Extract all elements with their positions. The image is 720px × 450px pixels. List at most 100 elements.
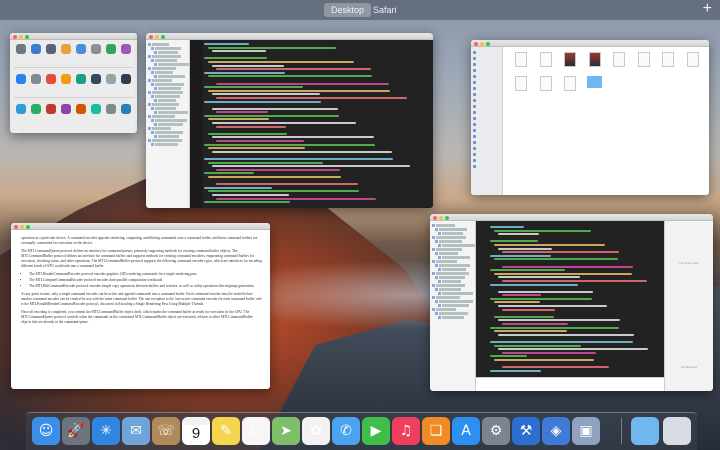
navigator-row[interactable] [435,300,473,303]
navigator-row[interactable] [151,59,178,62]
preference-pane[interactable] [103,44,118,61]
preference-pane[interactable] [118,104,133,121]
navigator-row[interactable] [148,103,180,106]
finder-window[interactable] [471,40,709,195]
navigator-row[interactable] [154,123,184,126]
dock-icon-safari[interactable]: ✳ [92,417,120,445]
preference-pane[interactable] [59,104,74,121]
dock-icon-launchpad[interactable]: 🚀 [62,417,90,445]
xcode-window-top[interactable] [146,33,433,208]
dock-icon-xcode[interactable]: ⚒ [512,417,540,445]
file-item[interactable] [632,52,657,68]
navigator-row[interactable] [432,224,455,227]
navigator-row[interactable] [435,276,466,279]
navigator-row[interactable] [435,228,467,231]
dock-icon-itunes[interactable]: ♫ [392,417,420,445]
dock-icon-maps[interactable]: ➤ [272,417,300,445]
preference-pane[interactable] [44,104,59,121]
preference-pane[interactable] [14,74,29,91]
preference-pane[interactable] [118,44,133,61]
preference-pane[interactable] [29,104,44,121]
navigator-row[interactable] [438,232,463,235]
navigator-row[interactable] [151,107,176,110]
navigator-row[interactable] [432,284,465,287]
file-item[interactable] [509,52,534,68]
navigator-row[interactable] [151,95,180,98]
dock-icon-reminders[interactable]: ☑ [242,417,270,445]
navigator-row[interactable] [435,312,469,315]
navigator-row[interactable] [154,51,178,54]
dock-icon-instruments[interactable]: ◈ [542,417,570,445]
navigator-row[interactable] [432,272,470,275]
file-item[interactable] [583,52,608,68]
navigator-row[interactable] [432,308,456,311]
preference-pane[interactable] [88,74,103,91]
navigator-row[interactable] [148,139,182,142]
dock-icon-notes[interactable]: ✎ [212,417,240,445]
file-item[interactable] [558,76,583,92]
navigator-row[interactable] [151,83,185,86]
navigator-row[interactable] [435,240,463,243]
navigator-row[interactable] [148,67,177,70]
navigator-row[interactable] [438,304,469,307]
navigator-row[interactable] [432,260,458,263]
navigator-row[interactable] [432,248,462,251]
dock-icon-calendar[interactable]: 9 [182,417,210,445]
navigator-row[interactable] [148,91,184,94]
navigator-row[interactable] [151,119,187,122]
preference-pane[interactable] [88,104,103,121]
dock-icon-trash[interactable] [663,417,691,445]
preference-pane[interactable] [74,74,89,91]
navigator-row[interactable] [151,71,173,74]
preference-pane[interactable] [29,74,44,91]
navigator-row[interactable] [148,55,181,58]
navigator-row[interactable] [438,292,474,295]
dock-icon-system-preferences[interactable]: ⚙ [482,417,510,445]
preference-pane[interactable] [103,104,118,121]
preference-pane[interactable] [29,44,44,61]
preference-pane[interactable] [59,44,74,61]
preference-pane[interactable] [88,44,103,61]
navigator-row[interactable] [154,87,181,90]
file-item[interactable] [558,52,583,68]
file-item[interactable] [583,76,608,92]
file-item[interactable] [509,76,534,92]
dock-icon-messages[interactable]: ✆ [332,417,360,445]
dock-icon-facetime[interactable]: ▶ [362,417,390,445]
preference-pane[interactable] [103,74,118,91]
navigator-row[interactable] [154,135,179,138]
preference-pane[interactable] [74,104,89,121]
file-item[interactable] [681,52,706,68]
navigator-row[interactable] [432,296,461,299]
dock-icon-mail[interactable]: ✉ [122,417,150,445]
navigator-row[interactable] [154,63,190,66]
navigator-row[interactable] [438,316,465,319]
sidebar-item[interactable] [473,163,500,169]
preference-pane[interactable] [14,44,29,61]
navigator-row[interactable] [148,79,173,82]
file-item[interactable] [534,76,559,92]
navigator-row[interactable] [438,244,475,247]
dock-icon-preview[interactable]: ▣ [572,417,600,445]
navigator-row[interactable] [148,127,171,130]
dock-icon-photos[interactable]: ✿ [302,417,330,445]
dock-icon-finder[interactable]: ☺ [32,417,60,445]
navigator-row[interactable] [438,280,462,283]
space-safari[interactable]: Safari [366,3,404,17]
navigator-row[interactable] [148,115,175,118]
navigator-row[interactable] [154,99,177,102]
navigator-row[interactable] [151,47,182,50]
preference-pane[interactable] [74,44,89,61]
file-item[interactable] [534,52,559,68]
file-item[interactable] [656,52,681,68]
file-item[interactable] [607,52,632,68]
dock-icon-contacts[interactable]: ☏ [152,417,180,445]
navigator-row[interactable] [151,131,183,134]
xcode-window-bottom[interactable]: No Quick Help No Matches [430,214,713,391]
system-preferences-window[interactable] [10,33,137,133]
preference-pane[interactable] [118,74,133,91]
navigator-row[interactable] [438,256,471,259]
navigator-row[interactable] [432,236,467,239]
preference-pane[interactable] [44,74,59,91]
navigator-row[interactable] [148,43,170,46]
